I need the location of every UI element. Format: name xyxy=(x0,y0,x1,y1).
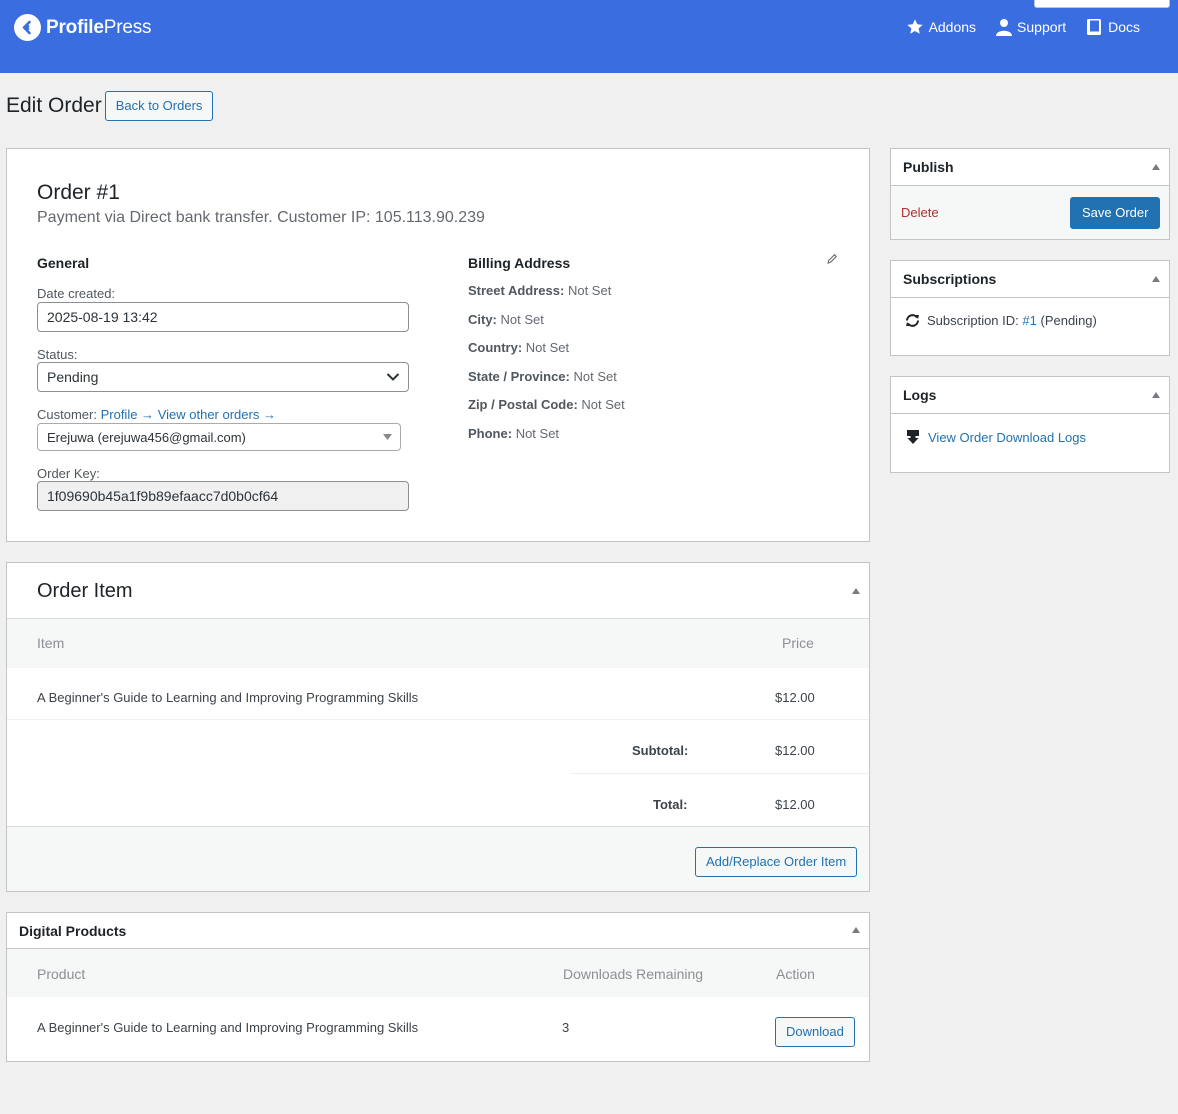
chevron-down-icon xyxy=(386,373,400,381)
refresh-icon xyxy=(906,314,919,327)
billing-zip: Zip / Postal Code: Not Set xyxy=(468,397,625,412)
order-key-input[interactable]: 1f09690b45a1f9b89efaacc7d0b0cf64 xyxy=(37,481,409,511)
order-item-table-header: Item Price xyxy=(7,618,869,668)
brand-name: ProfilePress xyxy=(46,16,152,38)
brand-logo[interactable]: ProfilePress xyxy=(14,14,152,41)
order-subtitle: Payment via Direct bank transfer. Custom… xyxy=(37,209,485,226)
page-title: Edit Order xyxy=(6,94,102,117)
add-replace-order-item-button[interactable]: Add/Replace Order Item xyxy=(695,847,858,877)
digital-products-panel: Digital Products Product Downloads Remai… xyxy=(6,912,870,1062)
col-downloads-header: Downloads Remaining xyxy=(563,966,704,982)
date-created-label: Date created: xyxy=(37,286,116,301)
order-key-label: Order Key: xyxy=(37,466,100,481)
customer-label-row: Customer: Profile → View other orders → xyxy=(37,407,276,422)
logs-title: Logs xyxy=(903,387,937,403)
customer-label: Customer: xyxy=(37,407,97,422)
col-action-header: Action xyxy=(776,966,815,982)
subtotal-value: $12.00 xyxy=(775,743,815,758)
col-price-header: Price xyxy=(782,635,814,651)
dropdown-arrow-icon xyxy=(383,434,392,440)
nav-addons-label: Addons xyxy=(928,19,977,35)
status-select[interactable]: Pending xyxy=(37,362,409,392)
back-to-orders-button[interactable]: Back to Orders xyxy=(104,91,214,121)
totals-divider xyxy=(570,773,869,774)
total-value: $12.00 xyxy=(775,797,815,812)
download-icon xyxy=(907,430,919,444)
user-icon xyxy=(996,19,1013,36)
order-details-panel: Order #1 Payment via Direct bank transfe… xyxy=(6,148,870,542)
edit-pencil-icon[interactable] xyxy=(826,253,838,265)
subscription-id-link[interactable]: #1 xyxy=(1022,313,1036,328)
logs-row: View Order Download Logs xyxy=(906,429,1086,445)
nav-support-label: Support xyxy=(1017,19,1067,35)
view-download-logs-link[interactable]: View Order Download Logs xyxy=(928,430,1086,445)
nav-docs[interactable]: Docs xyxy=(1086,18,1140,36)
collapse-toggle-icon[interactable] xyxy=(1152,276,1160,282)
publish-title: Publish xyxy=(903,159,954,175)
order-item-title: Order Item xyxy=(37,580,133,602)
top-header: ProfilePress Addons Support Docs xyxy=(0,0,1178,73)
subtotal-label: Subtotal: xyxy=(632,743,689,758)
subscriptions-title: Subscriptions xyxy=(903,271,997,287)
nav-addons[interactable]: Addons xyxy=(906,18,976,36)
col-item-header: Item xyxy=(37,635,65,651)
billing-address-heading: Billing Address xyxy=(468,255,571,271)
logo-mark-icon xyxy=(14,14,41,41)
publish-panel: Publish Delete Save Order xyxy=(890,148,1170,240)
order-key-value: 1f09690b45a1f9b89efaacc7d0b0cf64 xyxy=(47,488,279,504)
subscriptions-panel: Subscriptions Subscription ID: #1 (Pendi… xyxy=(890,260,1170,356)
customer-value: Erejuwa (erejuwa456@gmail.com) xyxy=(47,429,246,445)
customer-select[interactable]: Erejuwa (erejuwa456@gmail.com) xyxy=(37,423,401,451)
row-divider xyxy=(7,719,869,720)
billing-phone: Phone: Not Set xyxy=(468,426,560,441)
order-item-link[interactable]: A Beginner's Guide to Learning and Impro… xyxy=(37,690,418,705)
customer-profile-link[interactable]: Profile → xyxy=(101,407,154,422)
collapse-toggle-icon[interactable] xyxy=(1152,164,1160,170)
general-heading: General xyxy=(37,255,90,271)
order-item-footer: Add/Replace Order Item xyxy=(7,826,869,891)
collapse-toggle-icon[interactable] xyxy=(852,927,860,933)
downloads-remaining-value: 3 xyxy=(562,1020,570,1035)
order-item-price: $12.00 xyxy=(775,690,815,705)
logs-panel: Logs View Order Download Logs xyxy=(890,376,1170,473)
billing-state: State / Province: Not Set xyxy=(468,369,617,384)
collapse-toggle-icon[interactable] xyxy=(852,588,860,594)
subscription-status: (Pending) xyxy=(1040,313,1097,328)
billing-country: Country: Not Set xyxy=(468,340,570,355)
save-order-button[interactable]: Save Order xyxy=(1070,197,1161,229)
order-item-panel: Order Item Item Price A Beginner's Guide… xyxy=(6,562,870,892)
billing-street: Street Address: Not Set xyxy=(468,283,612,298)
digital-products-table-header: Product Downloads Remaining Action xyxy=(7,949,869,997)
collapse-toggle-icon[interactable] xyxy=(1152,392,1160,398)
publish-actions: Delete Save Order xyxy=(891,186,1169,239)
page-heading: Edit Order Back to Orders xyxy=(6,91,214,121)
digital-product-name: A Beginner's Guide to Learning and Impro… xyxy=(37,1020,419,1035)
status-label: Status: xyxy=(37,347,78,362)
book-icon xyxy=(1087,19,1102,35)
digital-products-title: Digital Products xyxy=(19,923,127,939)
delete-order-link[interactable]: Delete xyxy=(901,205,939,220)
top-nav: Addons Support Docs xyxy=(906,18,1140,36)
nav-support[interactable]: Support xyxy=(996,18,1066,36)
date-created-value: 2025-08-19 13:42 xyxy=(47,309,158,325)
view-other-orders-link[interactable]: View other orders → xyxy=(158,407,276,422)
order-title: Order #1 xyxy=(37,181,120,204)
digital-products-header: Digital Products xyxy=(7,913,869,949)
star-icon xyxy=(906,19,923,34)
subscription-id-label: Subscription ID: xyxy=(927,313,1019,328)
download-button[interactable]: Download xyxy=(775,1017,855,1047)
screen-options-tab[interactable] xyxy=(1034,0,1170,8)
status-value: Pending xyxy=(47,369,99,385)
publish-header: Publish xyxy=(891,149,1169,186)
total-label: Total: xyxy=(653,797,688,812)
logs-header: Logs xyxy=(891,377,1169,414)
col-product-header: Product xyxy=(37,966,86,982)
nav-docs-label: Docs xyxy=(1108,19,1140,35)
billing-city: City: Not Set xyxy=(468,312,544,327)
subscriptions-header: Subscriptions xyxy=(891,261,1169,298)
date-created-input[interactable]: 2025-08-19 13:42 xyxy=(37,302,409,332)
subscription-row: Subscription ID: #1 (Pending) xyxy=(904,313,1097,328)
